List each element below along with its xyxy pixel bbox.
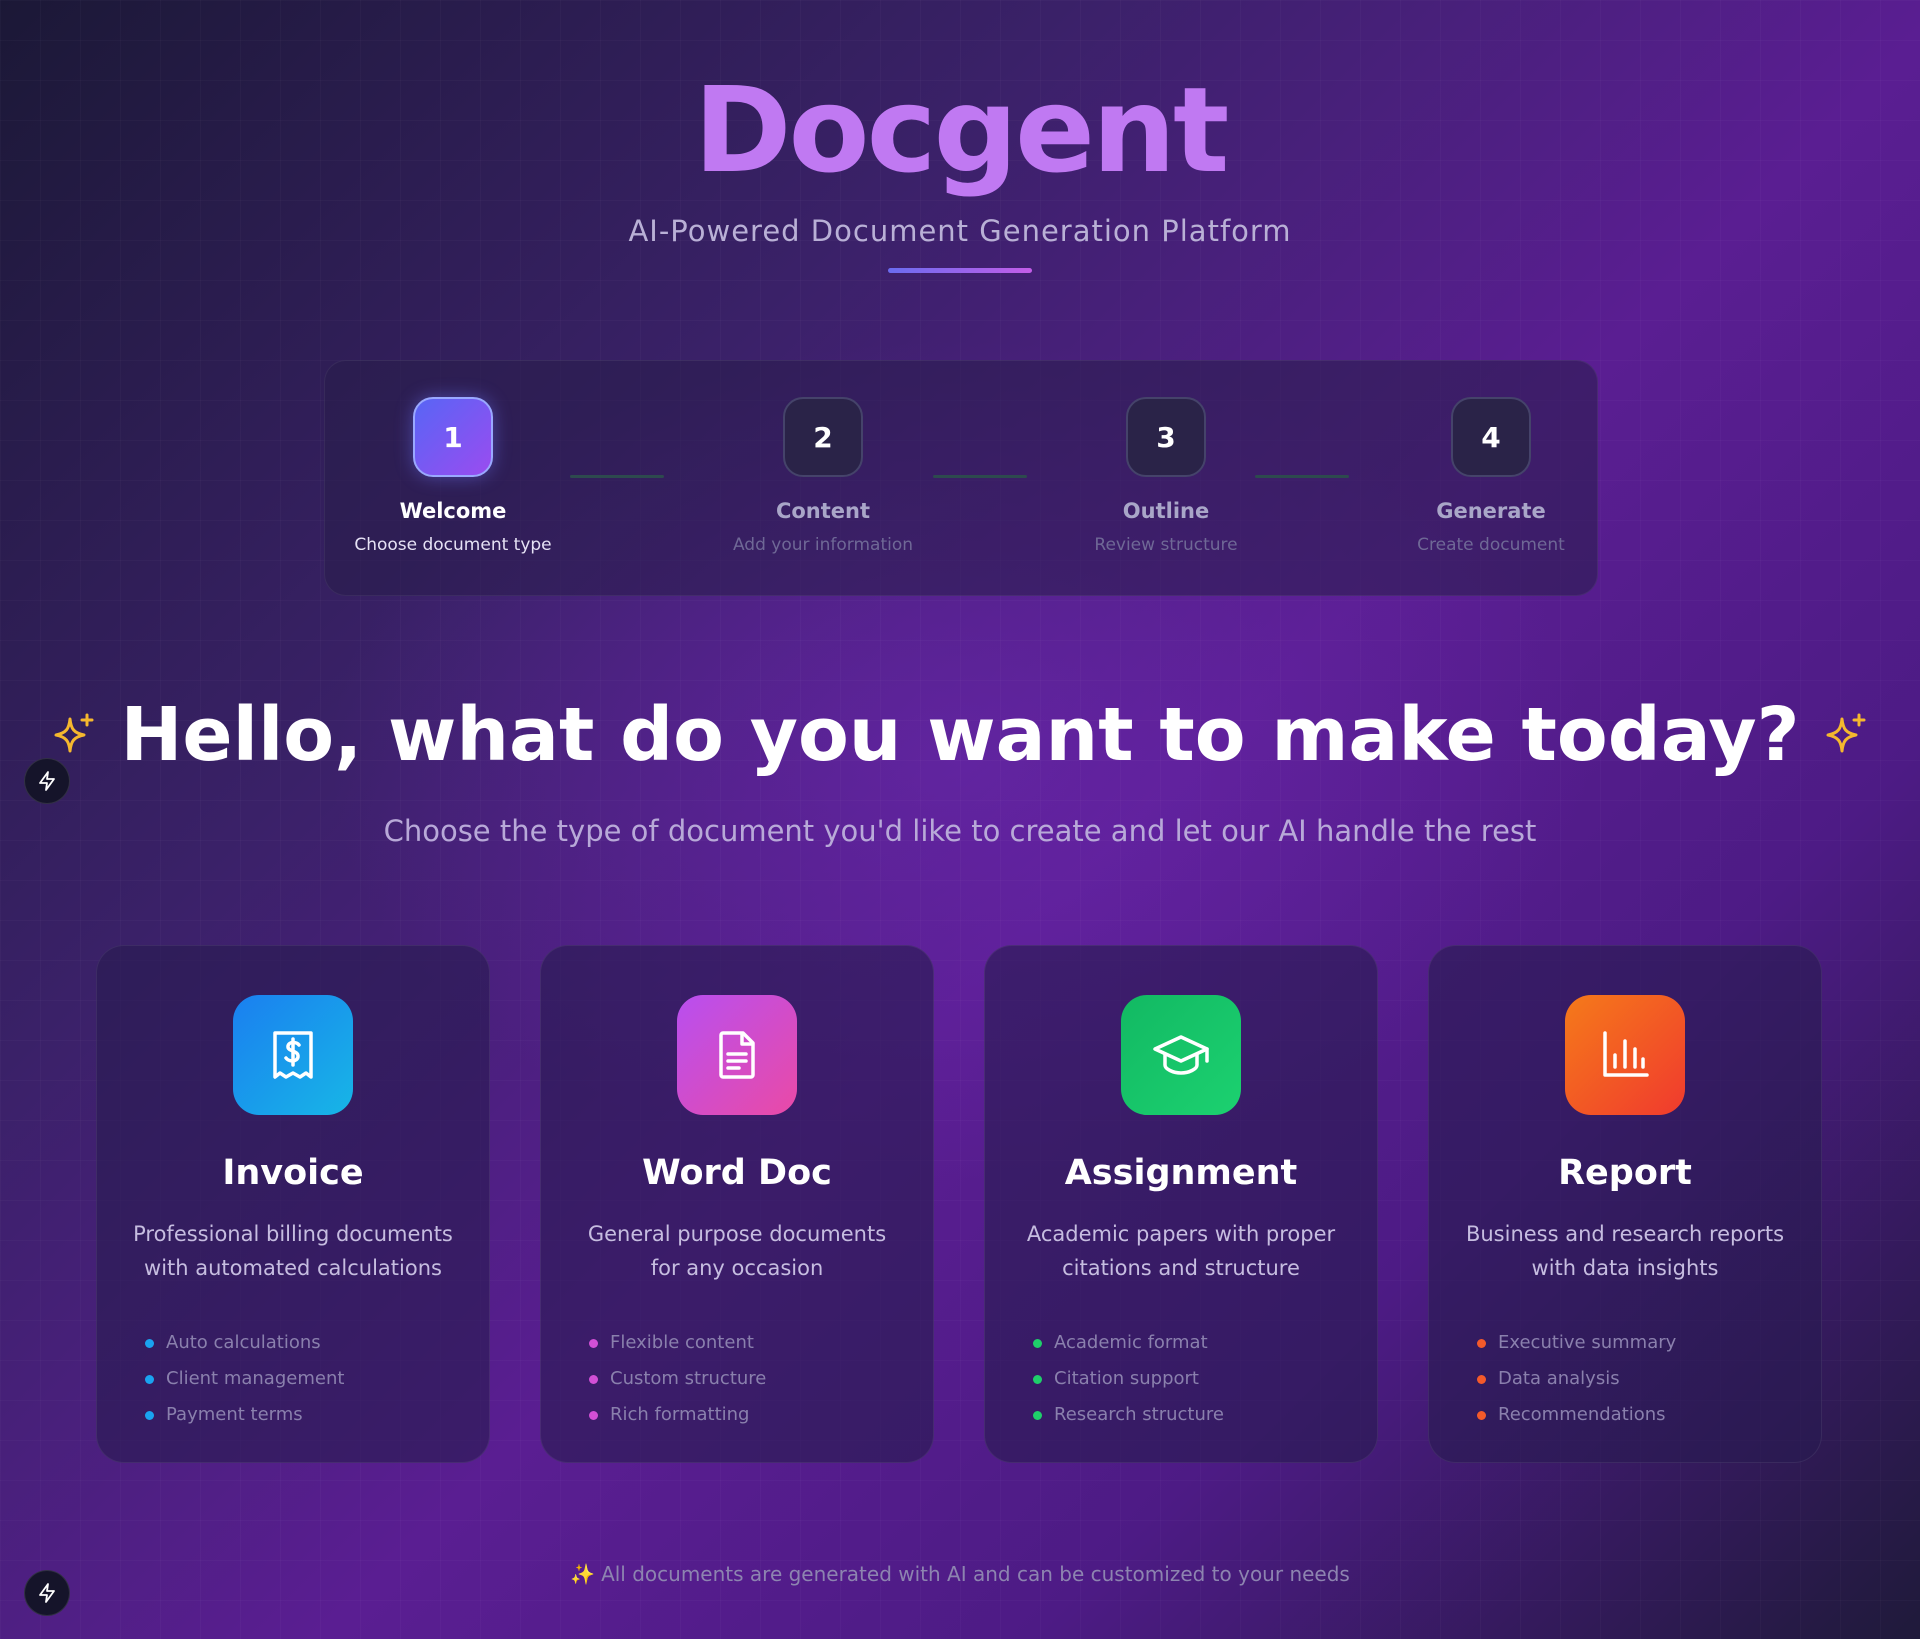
card-description: General purpose documents for any occasi… bbox=[587, 1222, 887, 1280]
feature-list: Executive summary Data analysis Recommen… bbox=[1477, 1325, 1821, 1433]
feature-label: Citation support bbox=[1054, 1368, 1199, 1389]
step-subtitle: Add your information bbox=[732, 535, 914, 555]
card-assignment[interactable]: Assignment Academic papers with proper c… bbox=[984, 945, 1378, 1463]
card-invoice[interactable]: Invoice Professional billing documents w… bbox=[96, 945, 490, 1463]
tagline: AI-Powered Document Generation Platform bbox=[628, 214, 1292, 248]
step-subtitle: Review structure bbox=[1094, 535, 1238, 555]
feature-list: Auto calculations Client management Paym… bbox=[145, 1325, 489, 1433]
card-title: Report bbox=[1558, 1153, 1692, 1193]
bullet-dot bbox=[1033, 1338, 1042, 1348]
bullet-dot bbox=[589, 1410, 598, 1420]
feature-label: Executive summary bbox=[1498, 1332, 1677, 1353]
step-generate[interactable]: 4 Generate Create document bbox=[1371, 397, 1611, 555]
feature-item: Executive summary bbox=[1477, 1325, 1821, 1361]
feature-item: Academic format bbox=[1033, 1325, 1377, 1361]
step-title: Generate bbox=[1436, 499, 1546, 523]
step-number: 1 bbox=[413, 397, 493, 477]
brand-logo: Docgent bbox=[693, 61, 1230, 199]
step-title: Content bbox=[775, 499, 871, 523]
step-subtitle: Choose document type bbox=[354, 535, 552, 555]
step-subtitle: Create document bbox=[1417, 535, 1565, 555]
quick-action-button[interactable] bbox=[24, 1570, 70, 1616]
step-content[interactable]: 2 Content Add your information bbox=[703, 397, 943, 555]
step-connector bbox=[933, 475, 1027, 478]
footer-text: All documents are generated with AI and … bbox=[601, 1562, 1350, 1586]
bullet-dot bbox=[1477, 1410, 1486, 1420]
feature-item: Client management bbox=[145, 1361, 489, 1397]
sparkle-icon bbox=[54, 713, 94, 753]
card-title: Invoice bbox=[222, 1153, 364, 1193]
document-type-cards: Invoice Professional billing documents w… bbox=[96, 945, 1824, 1465]
step-connector bbox=[570, 475, 664, 478]
feature-item: Data analysis bbox=[1477, 1361, 1821, 1397]
step-title: Outline bbox=[1122, 499, 1210, 523]
graduation-cap-icon bbox=[1153, 1035, 1209, 1075]
step-outline[interactable]: 3 Outline Review structure bbox=[1046, 397, 1286, 555]
receipt-dollar-icon bbox=[273, 1031, 313, 1079]
feature-list: Academic format Citation support Researc… bbox=[1033, 1325, 1377, 1433]
tagline-underline bbox=[888, 268, 1032, 273]
feature-label: Flexible content bbox=[610, 1332, 754, 1353]
hero: Hello, what do you want to make today? C… bbox=[0, 690, 1920, 848]
bullet-dot bbox=[1033, 1374, 1042, 1384]
sparkle-icon bbox=[1826, 713, 1866, 753]
bullet-dot bbox=[589, 1374, 598, 1384]
feature-label: Auto calculations bbox=[166, 1332, 321, 1353]
card-description: Academic papers with proper citations an… bbox=[1026, 1222, 1336, 1280]
bullet-dot bbox=[145, 1410, 154, 1420]
progress-stepper: 1 Welcome Choose document type 2 Content… bbox=[324, 360, 1598, 596]
lightning-icon bbox=[39, 1583, 55, 1603]
card-title: Word Doc bbox=[642, 1153, 832, 1193]
feature-item: Recommendations bbox=[1477, 1397, 1821, 1433]
step-title: Welcome bbox=[399, 499, 507, 523]
hero-title: Hello, what do you want to make today? bbox=[120, 692, 1800, 778]
card-icon-container bbox=[1565, 995, 1685, 1115]
feature-label: Academic format bbox=[1054, 1332, 1208, 1353]
card-report[interactable]: Report Business and research reports wit… bbox=[1428, 945, 1822, 1463]
feature-item: Research structure bbox=[1033, 1397, 1377, 1433]
step-number: 4 bbox=[1451, 397, 1531, 477]
header: Docgent AI-Powered Document Generation P… bbox=[0, 60, 1920, 273]
step-number: 3 bbox=[1126, 397, 1206, 477]
step-welcome[interactable]: 1 Welcome Choose document type bbox=[333, 397, 573, 555]
bullet-dot bbox=[1477, 1338, 1486, 1348]
feature-label: Recommendations bbox=[1498, 1404, 1666, 1425]
feature-label: Payment terms bbox=[166, 1404, 303, 1425]
feature-label: Rich formatting bbox=[610, 1404, 750, 1425]
card-title: Assignment bbox=[1064, 1153, 1298, 1193]
feature-item: Citation support bbox=[1033, 1361, 1377, 1397]
quick-action-button[interactable] bbox=[24, 758, 70, 804]
bullet-dot bbox=[589, 1338, 598, 1348]
step-number: 2 bbox=[783, 397, 863, 477]
feature-label: Research structure bbox=[1054, 1404, 1224, 1425]
card-icon-container bbox=[677, 995, 797, 1115]
card-description: Business and research reports with data … bbox=[1465, 1222, 1785, 1280]
feature-item: Flexible content bbox=[589, 1325, 933, 1361]
feature-item: Auto calculations bbox=[145, 1325, 489, 1361]
footer-note: ✨ All documents are generated with AI and… bbox=[0, 1562, 1920, 1586]
bar-chart-icon bbox=[1603, 1031, 1649, 1077]
bullet-dot bbox=[145, 1338, 154, 1348]
bullet-dot bbox=[1033, 1410, 1042, 1420]
document-icon bbox=[719, 1031, 755, 1079]
lightning-icon bbox=[39, 771, 55, 791]
card-word-doc[interactable]: Word Doc General purpose documents for a… bbox=[540, 945, 934, 1463]
feature-label: Data analysis bbox=[1498, 1368, 1620, 1389]
hero-subtitle: Choose the type of document you'd like t… bbox=[383, 814, 1537, 848]
hero-title-row: Hello, what do you want to make today? bbox=[50, 690, 1869, 780]
feature-item: Rich formatting bbox=[589, 1397, 933, 1433]
card-icon-container bbox=[233, 995, 353, 1115]
feature-label: Client management bbox=[166, 1368, 345, 1389]
sparkles-icon: ✨ bbox=[570, 1562, 596, 1586]
feature-label: Custom structure bbox=[610, 1368, 767, 1389]
card-description: Professional billing documents with auto… bbox=[133, 1222, 453, 1280]
feature-item: Custom structure bbox=[589, 1361, 933, 1397]
feature-item: Payment terms bbox=[145, 1397, 489, 1433]
bullet-dot bbox=[1477, 1374, 1486, 1384]
feature-list: Flexible content Custom structure Rich f… bbox=[589, 1325, 933, 1433]
bullet-dot bbox=[145, 1374, 154, 1384]
card-icon-container bbox=[1121, 995, 1241, 1115]
